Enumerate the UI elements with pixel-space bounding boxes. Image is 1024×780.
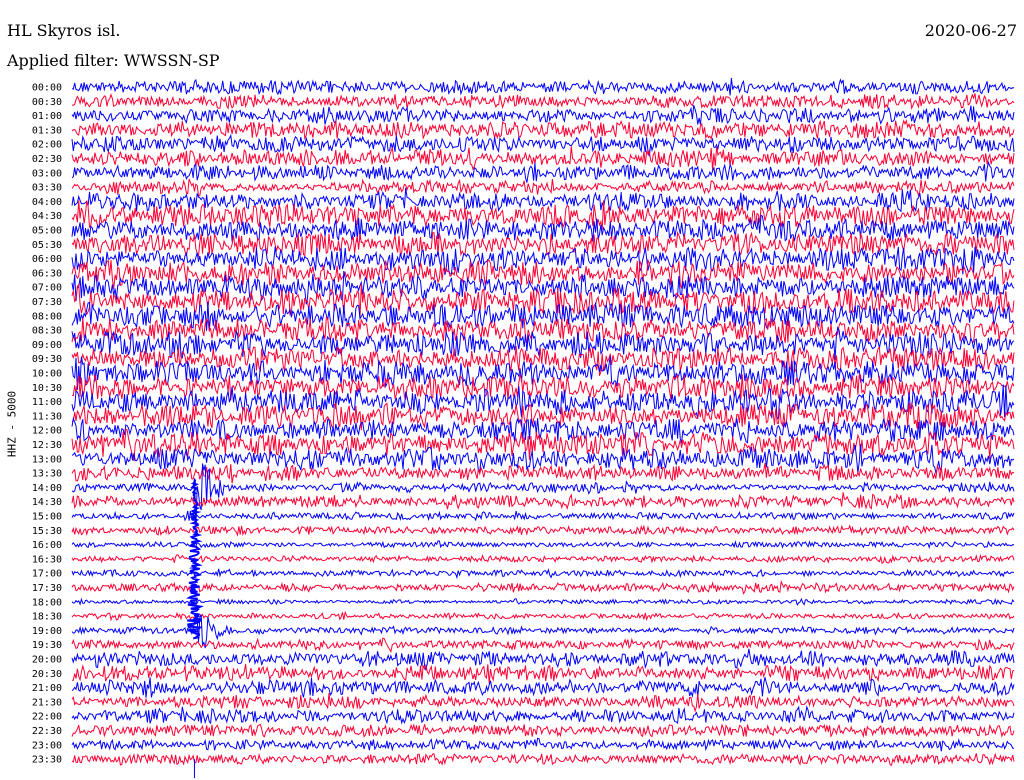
row-time-label: 22:30 [32, 726, 62, 737]
seismic-trace-row [71, 492, 1015, 510]
seismic-trace-row [71, 77, 1015, 96]
seismic-trace-row [71, 723, 1015, 738]
row-time-label: 15:30 [32, 526, 62, 537]
seismic-trace-row [71, 568, 1015, 580]
row-time-label: 10:00 [32, 369, 62, 380]
seismic-trace-row [71, 118, 1015, 141]
row-time-label: 10:30 [32, 383, 62, 394]
row-time-label: 09:00 [32, 340, 62, 351]
row-time-label: 14:30 [32, 497, 62, 508]
seismic-trace-row [71, 160, 1015, 183]
seismic-trace-row [71, 637, 1015, 653]
row-time-label: 11:00 [32, 397, 62, 408]
seismic-trace-row [71, 540, 1015, 550]
row-time-label: 18:00 [32, 597, 62, 608]
row-time-label: 01:00 [32, 111, 62, 122]
seismic-trace-row [71, 133, 1015, 157]
row-time-label: 08:30 [32, 326, 62, 337]
row-time-label: 21:30 [32, 697, 62, 708]
row-time-label: 01:30 [32, 125, 62, 136]
row-time-label: 18:30 [32, 612, 62, 623]
seismic-trace-row [71, 737, 1014, 752]
row-time-label: 19:00 [32, 626, 62, 637]
seismic-trace-row [71, 704, 1015, 725]
row-time-label: 16:30 [32, 554, 62, 565]
row-time-label: 02:30 [32, 154, 62, 165]
row-time-label: 11:30 [32, 411, 62, 422]
row-time-label: 07:30 [32, 297, 62, 308]
row-time-label: 19:30 [32, 640, 62, 651]
time-label-layer: 00:00 00:30 01:00 01:30 02:00 02:30 03:00 03:30… [32, 83, 62, 766]
row-time-label: 06:30 [32, 268, 62, 279]
seismic-trace-row [71, 648, 1015, 671]
trace-layer [71, 77, 1015, 778]
row-time-label: 02:00 [32, 140, 62, 151]
seismic-trace-row [71, 416, 1015, 445]
row-time-label: 06:00 [32, 254, 62, 265]
row-time-label: 04:00 [32, 197, 62, 208]
row-time-label: 03:00 [32, 168, 62, 179]
helicorder-plot: 00:00 00:30 01:00 01:30 02:00 02:30 03:00 03:30… [32, 77, 1015, 778]
seismic-trace-row [71, 597, 1015, 606]
seismic-trace-row [71, 553, 1015, 565]
row-time-label: 15:00 [32, 512, 62, 523]
seismic-trace-row [71, 92, 1015, 111]
row-time-label: 03:30 [32, 183, 62, 194]
row-time-label: 14:00 [32, 483, 62, 494]
seismic-trace-row [71, 610, 1015, 622]
row-time-label: 22:00 [32, 712, 62, 723]
row-time-label: 04:30 [32, 211, 62, 222]
row-time-label: 12:30 [32, 440, 62, 451]
row-time-label: 07:00 [32, 283, 62, 294]
seismic-trace-row [71, 346, 1015, 376]
seismic-trace-row [71, 510, 1015, 522]
row-time-label: 17:30 [32, 583, 62, 594]
seismic-trace-row [71, 693, 1015, 713]
row-time-label: 13:30 [32, 469, 62, 480]
row-time-label: 05:30 [32, 240, 62, 251]
row-time-label: 17:00 [32, 569, 62, 580]
seismic-trace-row [71, 752, 1015, 766]
row-time-label: 05:00 [32, 226, 62, 237]
row-time-label: 23:00 [32, 740, 62, 751]
row-time-label: 16:00 [32, 540, 62, 551]
seismic-trace-row [71, 463, 1015, 484]
row-time-label: 23:30 [32, 755, 62, 766]
seismic-trace-row [71, 677, 1015, 698]
seismic-trace-row [71, 524, 1015, 537]
row-time-label: 20:30 [32, 669, 62, 680]
row-time-label: 21:00 [32, 683, 62, 694]
row-time-label: 00:30 [32, 97, 62, 108]
row-time-label: 12:00 [32, 426, 62, 437]
row-time-label: 20:00 [32, 655, 62, 666]
row-time-label: 00:00 [32, 83, 62, 94]
row-time-label: 08:00 [32, 311, 62, 322]
row-time-label: 09:30 [32, 354, 62, 365]
seismic-trace-row [71, 178, 1015, 197]
row-time-label: 13:00 [32, 454, 62, 465]
seismic-trace-row [72, 663, 1015, 684]
seismic-trace-row [71, 580, 1015, 595]
